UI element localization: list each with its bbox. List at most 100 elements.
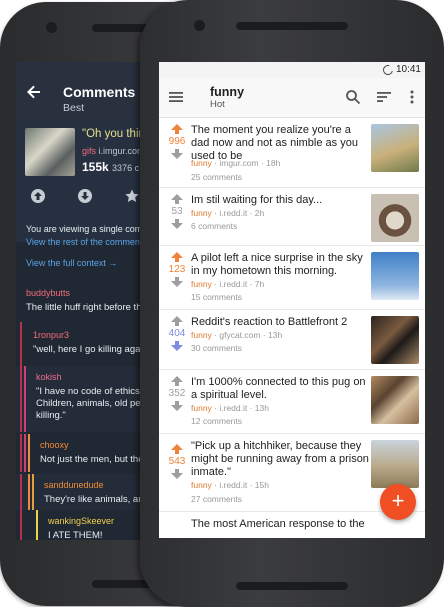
post-score: 996 (168, 136, 186, 147)
post-meta: funny · i.redd.it · 15h (191, 480, 269, 490)
thread-line (20, 434, 22, 472)
add-post-button[interactable]: + (380, 484, 416, 520)
downvote-icon[interactable] (171, 341, 183, 351)
post-meta: funny · imgur.com · 18h (191, 158, 281, 168)
comments-sort[interactable]: Best (63, 102, 84, 114)
thread-line (20, 366, 22, 432)
thread-line (20, 322, 22, 366)
post-age: 18h (266, 158, 281, 168)
vote-column: 123 (163, 252, 191, 287)
post-domain: i.redd.it (219, 403, 248, 413)
status-bar: 10:41 (159, 62, 425, 78)
view-context-link[interactable]: View the full context → (26, 258, 117, 268)
post-comments[interactable]: 6 comments (191, 221, 237, 231)
post-item[interactable]: 404 Reddit's reaction to Battlefront 2 f… (159, 310, 425, 370)
post-comments[interactable]: 27 comments (191, 494, 242, 504)
status-clock: 10:41 (395, 64, 421, 75)
upvote-icon[interactable] (171, 316, 183, 326)
thread-line (32, 474, 34, 510)
feed-screen: 10:41 funny Hot 996 The moment you reali… (159, 62, 425, 538)
downvote-icon[interactable] (171, 401, 183, 411)
post-title[interactable]: I'm 1000% connected to this pug on a spi… (191, 376, 369, 402)
post-domain: imgur.com (219, 158, 259, 168)
more-vert-icon[interactable] (404, 89, 420, 105)
sort-label[interactable]: Hot (210, 99, 225, 110)
post-subreddit[interactable]: funny (191, 403, 212, 413)
post-subreddit[interactable]: funny (191, 330, 212, 340)
post-thumbnail[interactable] (371, 316, 419, 364)
post-item[interactable]: 996 The moment you realize you're a dad … (159, 118, 425, 188)
post-item[interactable]: 352 I'm 1000% connected to this pug on a… (159, 370, 425, 434)
thread-line (24, 366, 26, 432)
post-item[interactable]: The most American response to the (159, 512, 425, 538)
back-arrow-icon[interactable] (26, 84, 42, 100)
thread-line (36, 510, 38, 540)
upvote-icon[interactable] (171, 444, 183, 454)
post-title[interactable]: "Pick up a hitchhiker, because they migh… (191, 440, 369, 479)
post-comments[interactable]: 25 comments (191, 172, 242, 182)
search-icon[interactable] (345, 89, 361, 105)
post-title[interactable]: Reddit's reaction to Battlefront 2 (191, 316, 369, 329)
post-comments[interactable]: 12 comments (191, 416, 242, 426)
post-thumbnail[interactable] (371, 194, 419, 242)
thread-line (24, 434, 26, 472)
upvote-icon[interactable] (171, 376, 183, 386)
post-score: 404 (168, 328, 186, 339)
post-comments[interactable]: 15 comments (191, 292, 242, 302)
vote-column: 543 (163, 444, 191, 479)
sync-icon (381, 63, 395, 77)
bottom-speaker (236, 582, 348, 590)
downvote-icon[interactable] (171, 469, 183, 479)
downvote-icon[interactable] (171, 219, 183, 229)
sort-icon[interactable] (376, 89, 392, 105)
post-subreddit[interactable]: funny (191, 208, 212, 218)
upvote-icon[interactable] (171, 124, 183, 134)
upvote-icon[interactable] (171, 194, 183, 204)
upvote-icon[interactable] (171, 252, 183, 262)
thread-line (28, 434, 30, 472)
post-thumbnail[interactable] (371, 440, 419, 488)
front-camera (46, 22, 57, 33)
post-score: 123 (168, 264, 186, 275)
post-title[interactable]: A pilot left a nice surprise in the sky … (191, 252, 369, 278)
add-icon: + (391, 488, 405, 513)
post-title[interactable]: Im stil waiting for this day... (191, 194, 369, 207)
post-item[interactable]: 53 Im stil waiting for this day... funny… (159, 188, 425, 246)
post-domain: gfycat.com (219, 330, 261, 340)
view-rest-link[interactable]: View the rest of the comments (26, 237, 147, 247)
earpiece-speaker (236, 22, 348, 30)
upvote-icon[interactable] (30, 188, 46, 204)
post-subreddit[interactable]: funny (191, 279, 212, 289)
post-meta: funny · i.redd.it · 2h (191, 208, 265, 218)
thread-line (20, 474, 22, 510)
post-age: 15h (254, 480, 269, 490)
post-subreddit[interactable]: funny (191, 158, 212, 168)
star-icon[interactable] (124, 188, 140, 204)
post-comments[interactable]: 30 comments (191, 343, 242, 353)
post-domain: i.redd.it (219, 480, 248, 490)
post-meta: funny · i.redd.it · 7h (191, 279, 265, 289)
post-subreddit[interactable]: funny (191, 480, 212, 490)
comment-body: "I have no code of ethics, Children, ani… (36, 386, 146, 421)
app-toolbar: funny Hot (159, 78, 425, 118)
downvote-icon[interactable] (171, 277, 183, 287)
single-comment-note: You are viewing a single com (26, 224, 143, 234)
post-domain: i.redd.it (219, 208, 248, 218)
menu-icon[interactable] (168, 89, 184, 105)
downvote-icon[interactable] (77, 188, 93, 204)
post-thumbnail[interactable] (371, 252, 419, 300)
post-item[interactable]: 123 A pilot left a nice surprise in the … (159, 246, 425, 310)
thread-line (20, 510, 22, 540)
post-subreddit[interactable]: gifs (82, 146, 96, 156)
post-domain: i.imgur.com (98, 146, 145, 156)
thread-line (28, 474, 30, 510)
post-title[interactable]: The most American response to the (191, 518, 369, 531)
comments-title: Comments (63, 84, 136, 100)
downvote-icon[interactable] (171, 149, 183, 159)
post-score-line: 155k 3376 c (82, 160, 139, 174)
post-thumbnail[interactable] (371, 376, 419, 424)
subreddit-title[interactable]: funny (210, 85, 244, 99)
post-thumbnail[interactable] (25, 128, 75, 176)
vote-column: 53 (163, 194, 191, 229)
post-thumbnail[interactable] (371, 124, 419, 172)
